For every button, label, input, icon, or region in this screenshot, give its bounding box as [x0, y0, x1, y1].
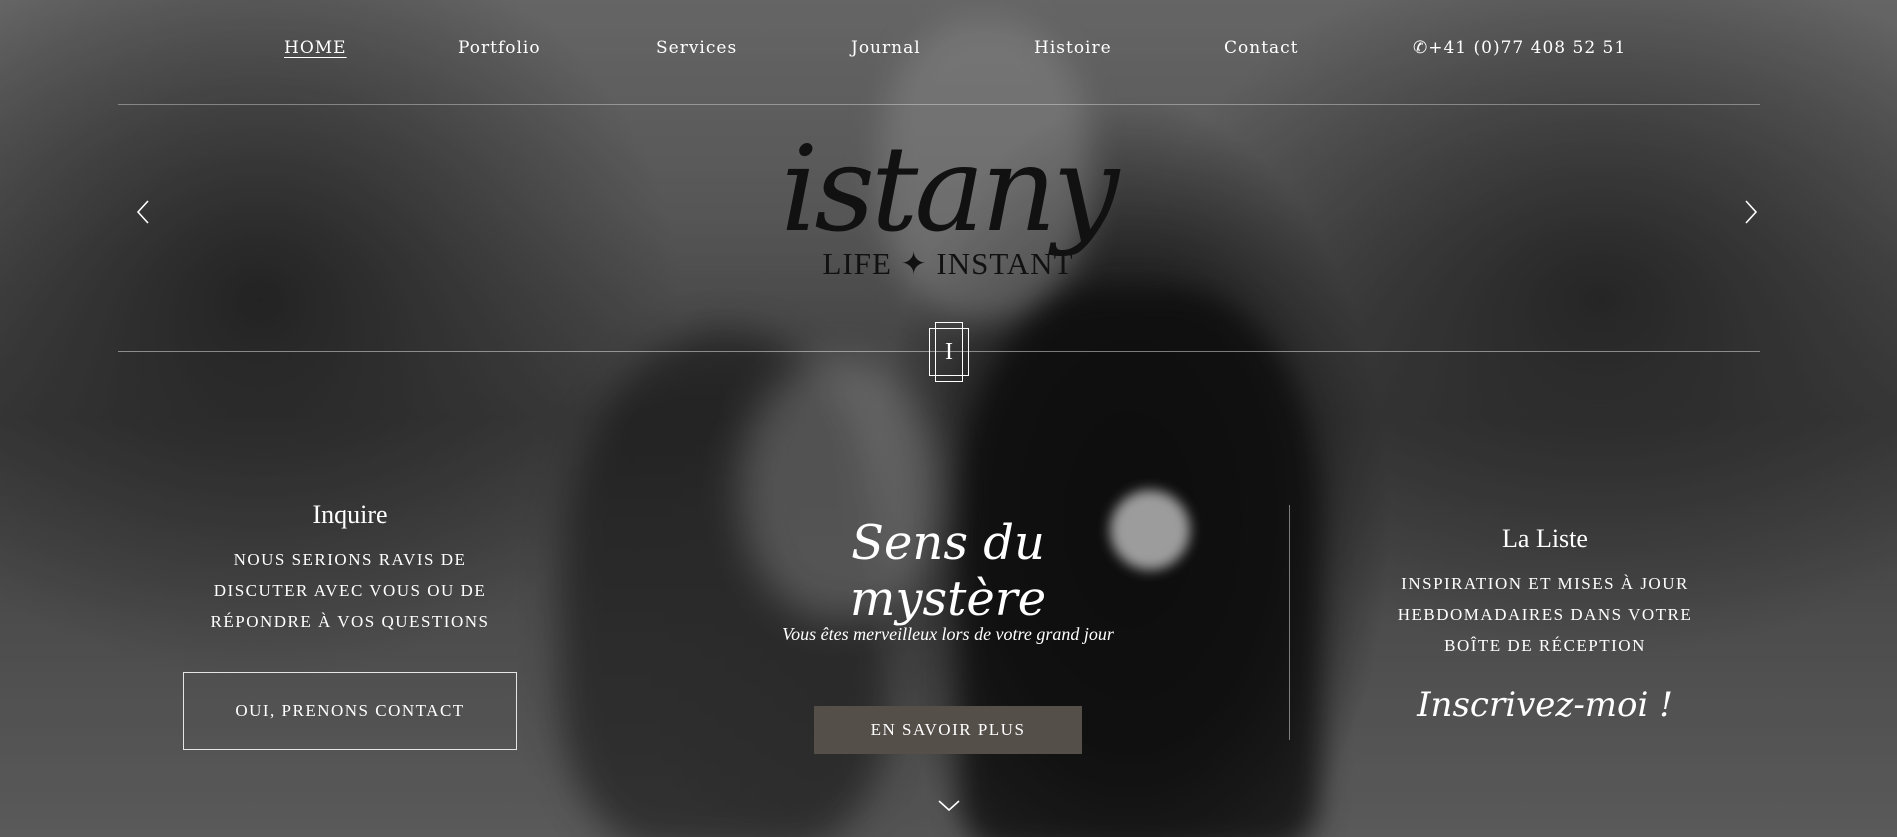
nav-services[interactable]: Services: [656, 38, 737, 58]
hero-subtitle: Vous êtes merveilleux lors de votre gran…: [782, 624, 1114, 644]
inquire-title: Inquire: [312, 500, 388, 529]
monogram-letter: I: [945, 338, 953, 365]
newsletter-text: INSPIRATION ET MISES À JOUR HEBDOMADAIRE…: [1397, 574, 1693, 655]
site-logo[interactable]: istany LIFE ✦ INSTANT: [748, 130, 1148, 290]
inquire-text: NOUS SERIONS RAVIS DE DISCUTER AVEC VOUS…: [210, 550, 490, 631]
main-nav: HOME Portfolio Services Journal Histoire…: [0, 38, 1897, 62]
newsletter-title: La Liste: [1502, 524, 1588, 553]
chevron-down-icon: [938, 800, 960, 812]
slider-prev-button[interactable]: [132, 198, 156, 226]
phone-icon: ✆: [1413, 38, 1429, 58]
nav-histoire[interactable]: Histoire: [1034, 38, 1112, 58]
logo-script: istany: [780, 120, 1120, 258]
nav-portfolio[interactable]: Portfolio: [458, 38, 541, 58]
nav-phone[interactable]: ✆+41 (0)77 408 52 51: [1413, 38, 1626, 58]
subscribe-link[interactable]: Inscrivez-moi !: [1380, 685, 1710, 725]
chevron-left-icon: [136, 200, 149, 224]
newsletter-section: La Liste INSPIRATION ET MISES À JOUR HEB…: [1380, 524, 1710, 661]
scroll-down-button[interactable]: [936, 796, 962, 814]
nav-journal[interactable]: Journal: [851, 38, 921, 58]
phone-number: +41 (0)77 408 52 51: [1428, 38, 1627, 58]
nav-contact[interactable]: Contact: [1224, 38, 1299, 58]
vertical-divider: [1289, 505, 1290, 740]
chevron-right-icon: [1745, 200, 1758, 224]
inquire-section: Inquire NOUS SERIONS RAVIS DE DISCUTER A…: [190, 500, 510, 637]
slider-next-button[interactable]: [1738, 198, 1762, 226]
nav-divider: [118, 104, 1760, 105]
logo-tagline: LIFE ✦ INSTANT: [822, 246, 1074, 281]
hero-title: Sens du mystère: [849, 515, 1047, 627]
monogram-badge: I: [929, 322, 969, 382]
learn-more-button[interactable]: EN SAVOIR PLUS: [814, 706, 1082, 754]
nav-home[interactable]: HOME: [284, 38, 347, 58]
contact-button[interactable]: OUI, PRENONS CONTACT: [183, 672, 517, 750]
